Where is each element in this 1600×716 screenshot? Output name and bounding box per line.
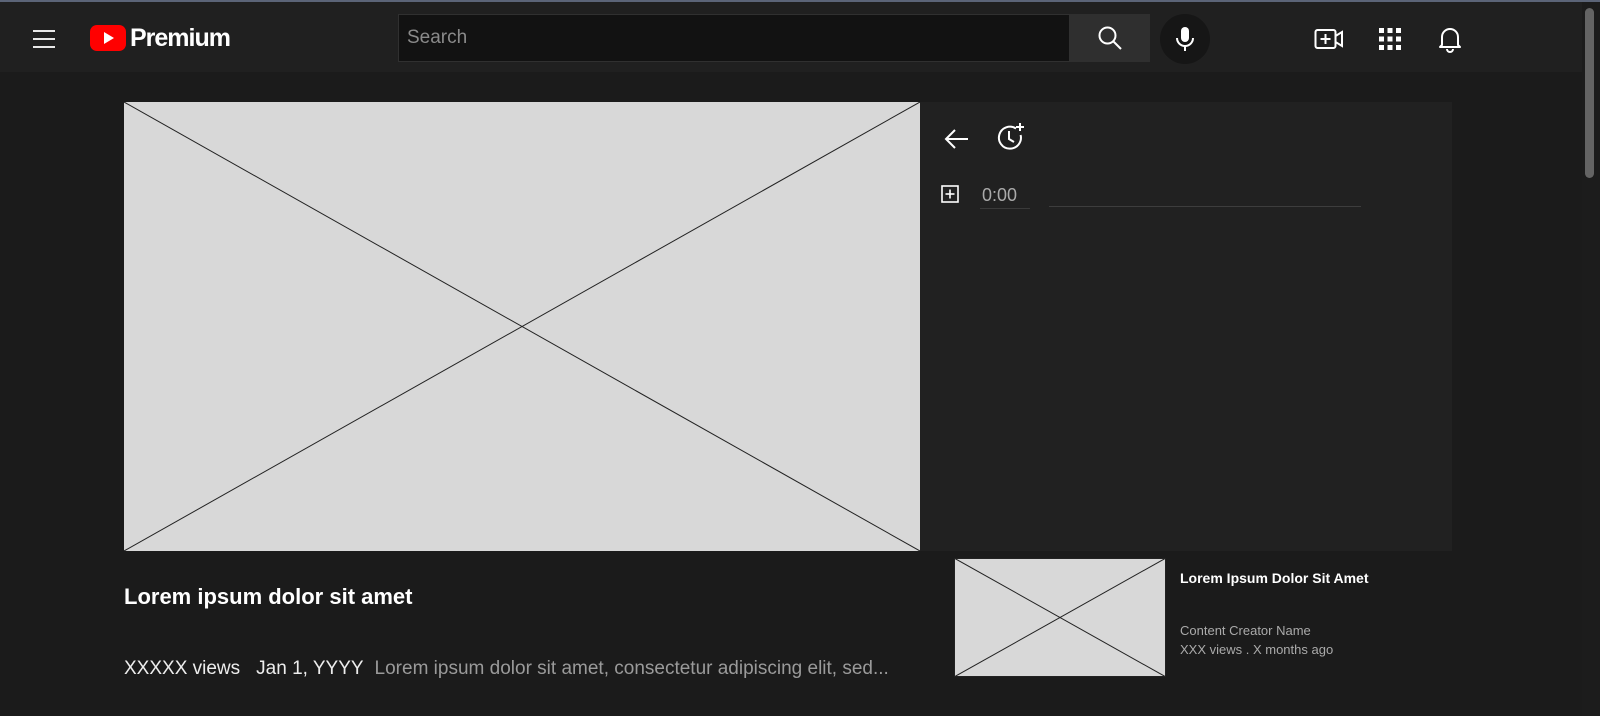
recommended-title[interactable]: Lorem Ipsum Dolor Sit Amet bbox=[1180, 570, 1369, 586]
voice-search-button[interactable] bbox=[1160, 14, 1210, 64]
upload-date: Jan 1, YYYY bbox=[256, 658, 364, 679]
recommended-video[interactable]: Lorem Ipsum Dolor Sit Amet Content Creat… bbox=[954, 558, 1424, 678]
add-timestamp-icon[interactable] bbox=[994, 120, 1028, 154]
logo[interactable]: Premium bbox=[90, 23, 231, 52]
scrollbar-thumb[interactable] bbox=[1585, 8, 1594, 178]
video-description[interactable]: Lorem ipsum dolor sit amet, consectetur … bbox=[375, 658, 889, 680]
top-header: Premium bbox=[0, 2, 1582, 72]
recommended-thumbnail[interactable] bbox=[954, 558, 1166, 677]
search-button[interactable] bbox=[1070, 14, 1150, 62]
view-count: XXXXX views bbox=[124, 658, 241, 679]
youtube-play-icon bbox=[90, 25, 126, 51]
note-input-line[interactable] bbox=[1049, 206, 1361, 207]
side-panel: 0:00 bbox=[920, 102, 1452, 551]
recommended-stats: XXX views . X months ago bbox=[1180, 642, 1334, 657]
video-player[interactable] bbox=[124, 102, 920, 551]
search-icon bbox=[1098, 26, 1122, 50]
recommended-channel[interactable]: Content Creator Name bbox=[1180, 623, 1311, 638]
back-arrow-icon[interactable] bbox=[942, 124, 972, 154]
timestamp-input[interactable]: 0:00 bbox=[980, 182, 1030, 209]
mic-icon bbox=[1176, 27, 1194, 51]
add-box-icon[interactable] bbox=[938, 182, 962, 206]
thumbnail-placeholder-cross bbox=[954, 558, 1166, 677]
search-input[interactable] bbox=[399, 15, 1069, 61]
logo-text: Premium bbox=[130, 23, 231, 52]
apps-grid-icon[interactable] bbox=[1373, 22, 1407, 56]
menu-icon[interactable] bbox=[26, 20, 62, 56]
video-title: Lorem ipsum dolor sit amet bbox=[124, 584, 413, 609]
bell-icon[interactable] bbox=[1433, 22, 1467, 56]
search-box bbox=[398, 14, 1070, 62]
video-meta: XXXXX views Jan 1, YYYY Lorem ipsum dolo… bbox=[124, 658, 889, 680]
create-video-icon[interactable] bbox=[1312, 22, 1346, 56]
video-placeholder-cross bbox=[124, 102, 920, 551]
